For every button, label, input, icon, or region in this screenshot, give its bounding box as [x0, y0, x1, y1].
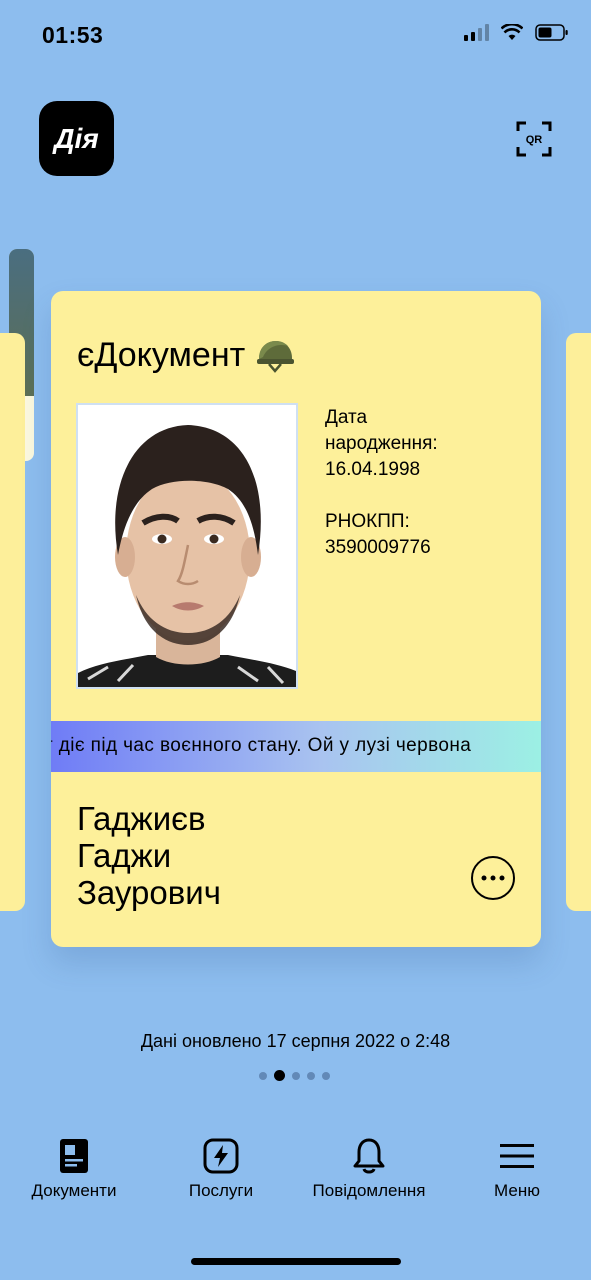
svg-text:QR: QR — [526, 134, 543, 146]
helmet-icon — [257, 341, 295, 373]
card-title-text: єДокумент — [77, 335, 246, 374]
previous-document-card[interactable] — [0, 333, 25, 911]
next-document-card[interactable] — [566, 333, 591, 911]
patronymic: Заурович — [77, 874, 221, 911]
battery-icon — [535, 24, 568, 41]
birth-date-value: 16.04.1998 — [325, 459, 421, 480]
more-options-button[interactable] — [471, 856, 515, 900]
page-dot[interactable] — [259, 1071, 267, 1080]
full-name: Гаджиєв Гаджи Заурович — [77, 800, 221, 911]
birth-date-label-line2: народження: — [325, 433, 438, 454]
status-time: 01:53 — [42, 22, 104, 48]
page-dot[interactable] — [322, 1071, 330, 1080]
edocument-card[interactable]: єДокумент Дата народження: 16.04.1998 РН… — [51, 291, 541, 947]
bell-icon — [353, 1138, 385, 1174]
document-icon — [60, 1139, 88, 1173]
tab-notifications[interactable]: Повідомлення — [305, 1136, 433, 1201]
page-dot[interactable] — [292, 1071, 300, 1080]
birth-date-label: Дата — [325, 407, 368, 428]
ticker-text: т діє під час воєнного стану. Ой у лузі … — [51, 735, 472, 756]
ellipsis-icon — [481, 875, 505, 881]
qr-scan-button[interactable]: QR — [516, 121, 552, 157]
tab-label: Послуги — [188, 1181, 254, 1200]
diia-logo: Дія — [39, 101, 114, 176]
profile-photo — [76, 403, 298, 689]
tab-services[interactable]: Послуги — [181, 1136, 261, 1201]
updated-timestamp: Дані оновлено 17 серпня 2022 о 2:48 — [140, 1031, 451, 1051]
qr-icon: QR — [516, 121, 552, 157]
tab-label: Повідомлення — [312, 1181, 426, 1200]
menu-icon — [500, 1144, 534, 1168]
status-icons — [464, 24, 569, 41]
info-ticker: т діє під час воєнного стану. Ой у лузі … — [51, 721, 541, 772]
tab-documents[interactable]: Документи — [24, 1136, 124, 1201]
tax-number-label: РНОКПП: — [325, 511, 410, 532]
tax-number-value: 3590009776 — [325, 537, 431, 558]
lightning-icon — [203, 1138, 239, 1174]
page-dot-active[interactable] — [274, 1070, 285, 1081]
portrait-image — [78, 405, 296, 687]
wifi-icon — [501, 24, 523, 40]
first-name: Гаджи — [77, 837, 172, 874]
tab-label: Меню — [494, 1181, 540, 1200]
page-indicator — [259, 1070, 330, 1081]
tab-label: Документи — [31, 1181, 117, 1200]
card-title: єДокумент — [77, 335, 295, 375]
personal-info: Дата народження: 16.04.1998 РНОКПП: 3590… — [325, 405, 438, 561]
surname: Гаджиєв — [77, 800, 206, 837]
page-dot[interactable] — [307, 1071, 315, 1080]
tab-menu[interactable]: Меню — [487, 1136, 547, 1201]
home-indicator[interactable] — [191, 1258, 401, 1265]
cellular-signal-icon — [464, 24, 489, 41]
